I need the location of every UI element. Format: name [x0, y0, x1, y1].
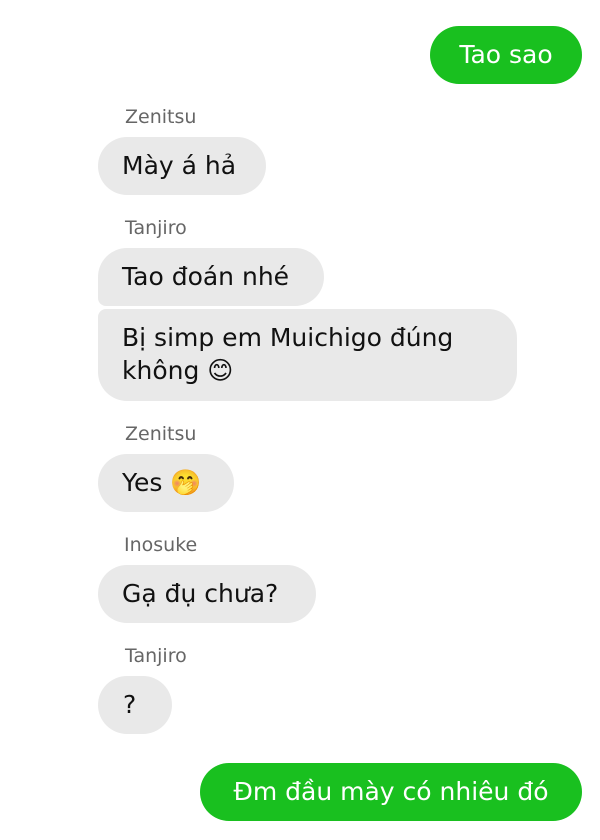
incoming-message-bubble[interactable]: Tao đoán nhé	[98, 248, 324, 306]
sender-name: Zenitsu	[125, 106, 197, 128]
sender-name: Zenitsu	[125, 423, 197, 445]
message-text: Mày á hả	[122, 151, 237, 180]
message-text: Tao đoán nhé	[122, 262, 290, 291]
incoming-message-bubble[interactable]: ?	[98, 676, 172, 734]
message-text: ?	[123, 690, 137, 719]
sender-name: Tanjiro	[125, 645, 187, 667]
sender-name: Inosuke	[124, 534, 198, 556]
message-text: Gạ đụ chưa?	[122, 579, 279, 608]
message-text-line: không 😊	[122, 356, 234, 385]
outgoing-message-bubble[interactable]: Tao sao	[430, 26, 582, 84]
incoming-message-bubble[interactable]: Mày á hả	[98, 137, 266, 195]
message-text: Yes 🤭	[122, 468, 202, 497]
message-text-line: Bị simp em Muichigo đúng	[122, 323, 454, 352]
incoming-message-bubble[interactable]: Bị simp em Muichigo đúng không 😊	[98, 309, 517, 401]
sender-name: Tanjiro	[125, 217, 187, 239]
incoming-message-bubble[interactable]: Gạ đụ chưa?	[98, 565, 316, 623]
outgoing-message-bubble[interactable]: Đm đầu mày có nhiêu đó	[200, 763, 582, 821]
message-text: Tao sao	[459, 40, 553, 69]
message-text: Đm đầu mày có nhiêu đó	[233, 777, 549, 806]
incoming-message-bubble[interactable]: Yes 🤭	[98, 454, 234, 512]
